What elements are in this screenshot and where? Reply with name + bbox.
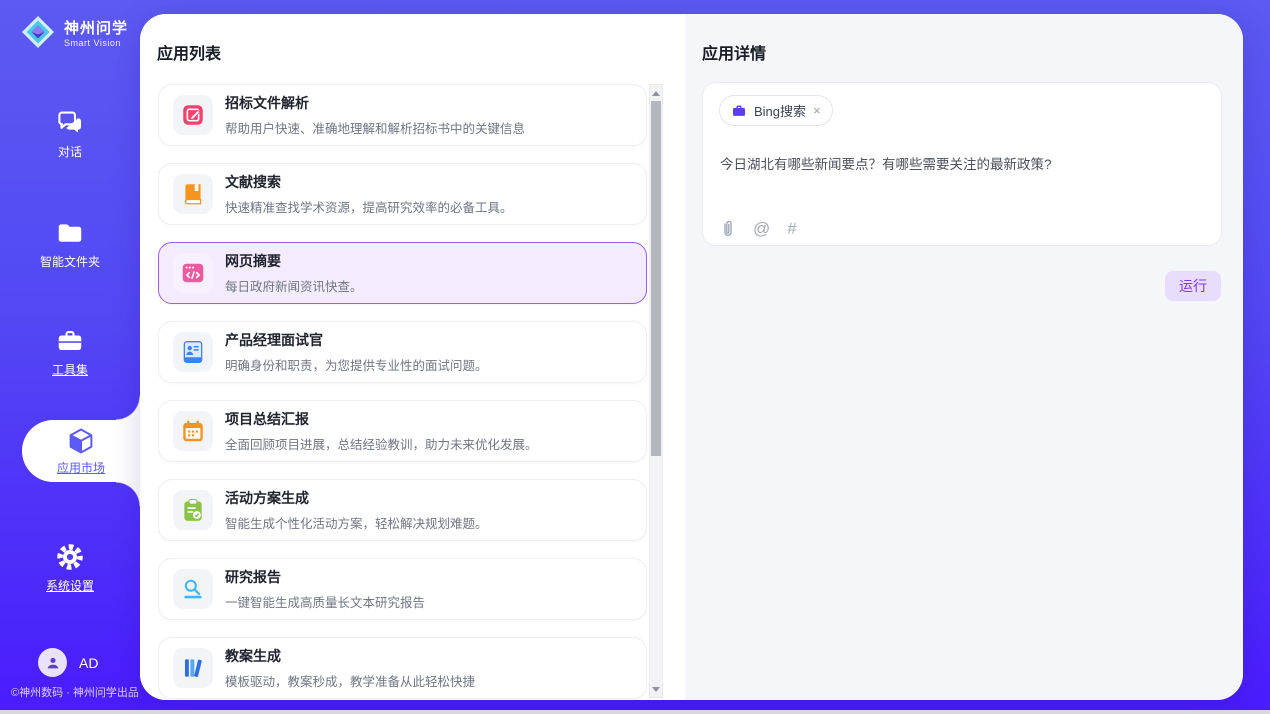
hash-icon[interactable]: #	[787, 219, 796, 239]
scrollbar-thumb[interactable]	[651, 101, 661, 456]
app-list-item[interactable]: 文献搜索 快速精准查找学术资源，提高研究效率的必备工具。	[158, 163, 647, 225]
run-button[interactable]: 运行	[1165, 271, 1221, 301]
app-list-panel: 应用列表 招标文件解析 帮助用户快速、准确地理解和解析招标书中的关键信息 文献搜…	[140, 14, 685, 700]
app-item-title: 文献搜索	[225, 172, 513, 192]
prompt-card: Bing搜索 × 今日湖北有哪些新闻要点？有哪些需要关注的最新政策? @ #	[702, 82, 1222, 246]
sidebar-item-chat[interactable]: 对话	[0, 108, 140, 160]
literature-search-icon	[173, 174, 213, 214]
project-summary-icon	[173, 411, 213, 451]
briefcase-icon	[731, 103, 747, 119]
app-item-description: 帮助用户快速、准确地理解和解析招标书中的关键信息	[225, 118, 525, 137]
app-list-item[interactable]: 产品经理面试官 明确身份和职责，为您提供专业性的面试问题。	[158, 321, 647, 383]
scrollbar-down-arrow[interactable]	[650, 683, 662, 695]
app-item-title: 项目总结汇报	[225, 409, 538, 429]
toolbox-icon	[55, 326, 85, 356]
app-list-item[interactable]: 招标文件解析 帮助用户快速、准确地理解和解析招标书中的关键信息	[158, 84, 647, 146]
sidebar-item-smart-folder[interactable]: 智能文件夹	[0, 218, 140, 270]
app-logo: 神州问学 Smart Vision	[20, 14, 128, 50]
logo-text: 神州问学 Smart Vision	[64, 17, 128, 48]
app-item-title: 活动方案生成	[225, 488, 488, 508]
gear-icon	[55, 542, 85, 572]
app-item-description: 快速精准查找学术资源，提高研究效率的必备工具。	[225, 197, 513, 216]
sidebar-item-label: 系统设置	[46, 577, 94, 594]
at-icon[interactable]: @	[753, 219, 770, 239]
sidebar-item-app-market[interactable]: 应用市场	[22, 420, 140, 482]
diamond-logo-icon	[20, 14, 56, 50]
app-item-description: 模板驱动，教案秒成，教学准备从此轻松快捷	[225, 671, 475, 690]
pm-interviewer-icon	[173, 332, 213, 372]
bid-doc-analysis-icon	[173, 95, 213, 135]
sidebar: 神州问学 Smart Vision 对话 智能文件夹 工具集	[0, 0, 140, 714]
tool-chip-label: Bing搜索	[754, 101, 806, 120]
sidebar-item-label: 应用市场	[57, 459, 105, 476]
app-item-description: 每日政府新闻资讯快查。	[225, 276, 363, 295]
bottom-edge	[0, 710, 1270, 714]
lesson-plan-icon	[173, 648, 213, 688]
app-item-title: 招标文件解析	[225, 93, 525, 113]
main-content: 应用列表 招标文件解析 帮助用户快速、准确地理解和解析招标书中的关键信息 文献搜…	[140, 14, 1243, 700]
sidebar-item-label: 工具集	[52, 361, 88, 378]
sidebar-item-settings[interactable]: 系统设置	[0, 542, 140, 594]
chat-icon	[55, 108, 85, 138]
app-item-title: 网页摘要	[225, 251, 363, 271]
close-icon[interactable]: ×	[813, 104, 821, 117]
activity-plan-icon	[173, 490, 213, 530]
app-item-description: 一键智能生成高质量长文本研究报告	[225, 592, 425, 611]
scrollbar[interactable]	[649, 84, 663, 698]
query-text[interactable]: 今日湖北有哪些新闻要点？有哪些需要关注的最新政策?	[720, 153, 1200, 173]
user-account[interactable]: AD	[38, 648, 98, 677]
app-list-item[interactable]: 项目总结汇报 全面回顾项目进展，总结经验教训，助力未来优化发展。	[158, 400, 647, 462]
app-detail-panel: 应用详情 Bing搜索 × 今日湖北有哪些新闻要点？有哪些需要关注的最新政策?	[685, 14, 1243, 700]
app-list-item[interactable]: 活动方案生成 智能生成个性化活动方案，轻松解决规划难题。	[158, 479, 647, 541]
app-list: 招标文件解析 帮助用户快速、准确地理解和解析招标书中的关键信息 文献搜索 快速精…	[158, 84, 647, 700]
research-report-icon	[173, 569, 213, 609]
app-item-title: 研究报告	[225, 567, 425, 587]
paperclip-icon[interactable]	[720, 220, 736, 238]
app-list-item[interactable]: 网页摘要 每日政府新闻资讯快查。	[158, 242, 647, 304]
attachment-toolbar: @ #	[720, 219, 797, 239]
avatar[interactable]	[38, 648, 67, 677]
app-item-description: 明确身份和职责，为您提供专业性的面试问题。	[225, 355, 488, 374]
user-name: AD	[79, 655, 98, 671]
app-list-item[interactable]: 教案生成 模板驱动，教案秒成，教学准备从此轻松快捷	[158, 637, 647, 699]
cube-icon	[66, 426, 96, 456]
sidebar-item-label: 智能文件夹	[40, 253, 100, 270]
app-list-title: 应用列表	[157, 40, 221, 64]
scrollbar-up-arrow[interactable]	[650, 87, 662, 99]
sidebar-item-toolset[interactable]: 工具集	[0, 326, 140, 378]
tool-chip-bing-search[interactable]: Bing搜索 ×	[719, 95, 833, 126]
app-title: 神州问学	[64, 17, 128, 38]
app-detail-title: 应用详情	[702, 40, 766, 64]
app-item-description: 全面回顾项目进展，总结经验教训，助力未来优化发展。	[225, 434, 538, 453]
copyright-text: ©神州数码 · 神州问学出品	[0, 684, 150, 700]
app-item-title: 产品经理面试官	[225, 330, 488, 350]
folder-icon	[55, 218, 85, 248]
app-item-title: 教案生成	[225, 646, 475, 666]
user-avatar-icon	[44, 654, 62, 672]
app-subtitle: Smart Vision	[64, 38, 128, 48]
web-summary-icon	[173, 253, 213, 293]
sidebar-item-label: 对话	[58, 143, 82, 160]
app-item-description: 智能生成个性化活动方案，轻松解决规划难题。	[225, 513, 488, 532]
app-list-item[interactable]: 研究报告 一键智能生成高质量长文本研究报告	[158, 558, 647, 620]
